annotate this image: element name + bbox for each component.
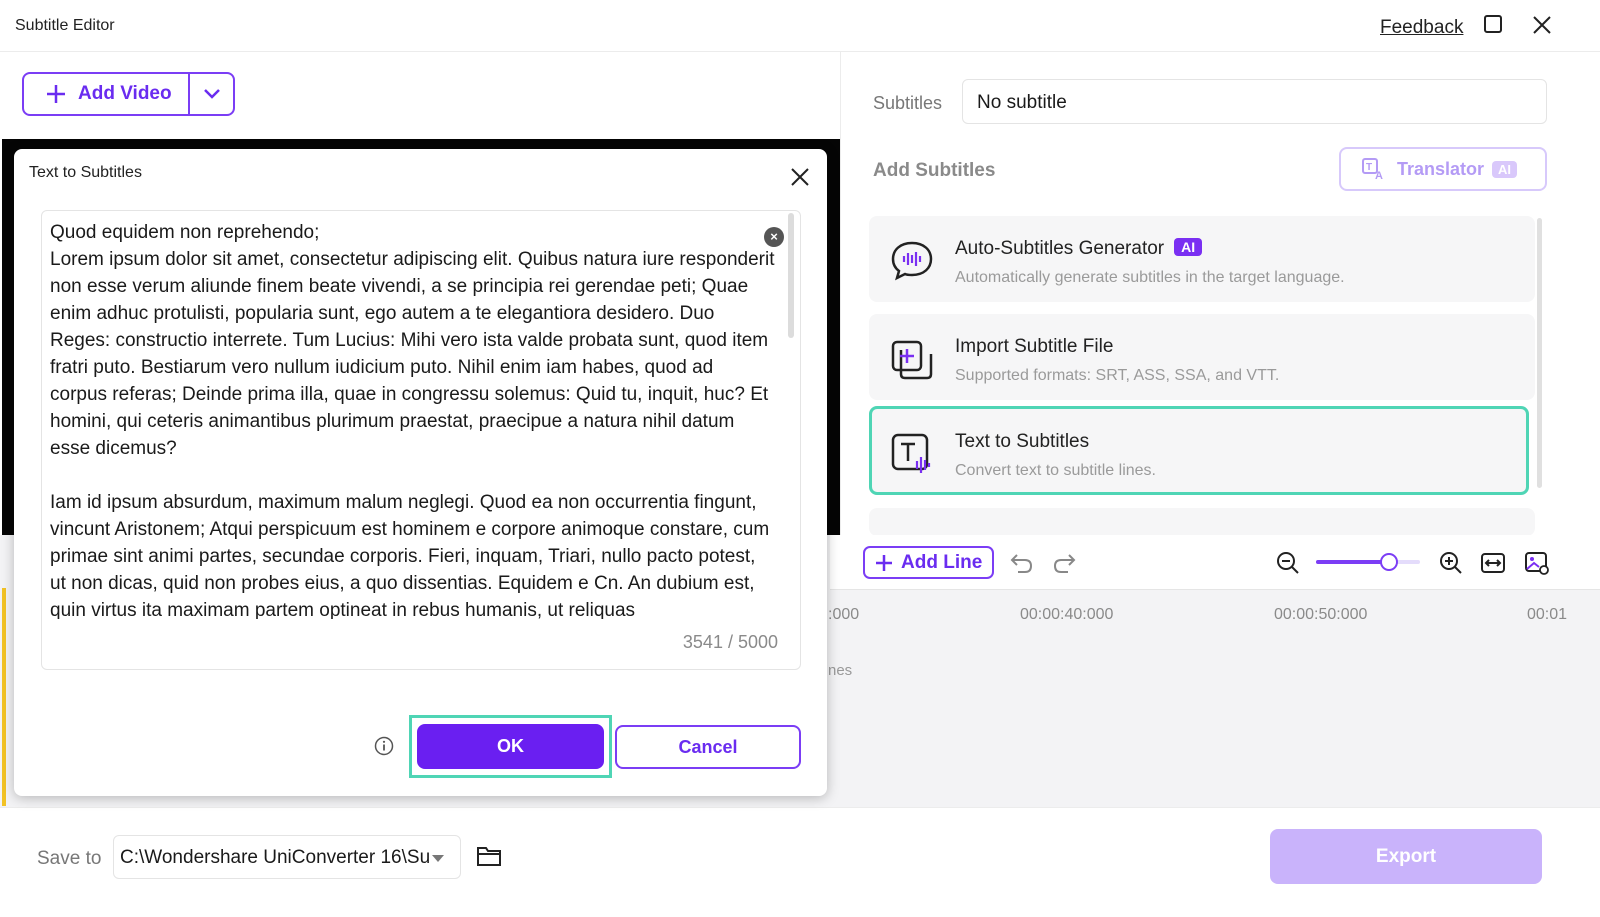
translator-label: Translator xyxy=(1397,158,1485,179)
close-icon[interactable] xyxy=(789,166,811,188)
chevron-down-icon xyxy=(203,89,220,99)
cancel-button[interactable]: Cancel xyxy=(615,725,801,769)
ai-badge: AI xyxy=(1174,238,1203,256)
feedback-link[interactable]: Feedback xyxy=(1380,17,1463,39)
option-auto-subtitles[interactable]: Auto-Subtitles Generator AI Automatically… xyxy=(869,216,1535,302)
maximize-icon[interactable] xyxy=(1483,14,1503,34)
subtitle-text-area[interactable]: Quod equidem non reprehendo; Lorem ipsum… xyxy=(41,210,801,670)
add-video-button-group: Add Video xyxy=(22,72,235,116)
plus-icon xyxy=(47,85,65,103)
speech-bubble-icon xyxy=(891,241,933,281)
add-subtitles-heading: Add Subtitles xyxy=(873,160,996,181)
add-line-label: Add Line xyxy=(901,551,983,573)
export-button[interactable]: Export xyxy=(1270,829,1542,884)
caret-down-icon xyxy=(432,855,444,862)
clear-text-icon[interactable]: × xyxy=(764,227,784,247)
add-line-button[interactable]: Add Line xyxy=(863,546,994,579)
character-counter: 3541 / 5000 xyxy=(682,632,778,652)
zoom-slider[interactable] xyxy=(1316,553,1420,571)
timeline-timestamp: :000 xyxy=(828,606,860,623)
lines-label: nes xyxy=(828,662,853,679)
option-text-to-subtitles-name: Text to Subtitles xyxy=(955,431,1090,452)
translate-icon: TA xyxy=(1362,158,1383,181)
option-text-to-subtitles-desc: Convert text to subtitle lines. xyxy=(955,462,1156,479)
plus-icon xyxy=(876,554,892,571)
playhead-marker[interactable] xyxy=(2,588,6,806)
text-to-subtitles-dialog: Text to Subtitles Quod equidem non repre… xyxy=(14,149,827,796)
subtitle-text-content[interactable]: Quod equidem non reprehendo; Lorem ipsum… xyxy=(50,219,775,619)
option-import-subtitle-name: Import Subtitle File xyxy=(955,336,1114,357)
option-manual-subtitles[interactable] xyxy=(869,508,1535,536)
import-file-icon xyxy=(891,340,933,380)
zoom-slider-knob[interactable] xyxy=(1379,553,1398,571)
zoom-in-icon[interactable] xyxy=(1438,550,1464,576)
save-path-value: C:\Wondershare UniConverter 16\Su xyxy=(120,847,431,868)
option-auto-subtitles-desc: Automatically generate subtitles in the … xyxy=(955,269,1345,286)
window-title: Subtitle Editor xyxy=(15,17,115,34)
zoom-slider-fill xyxy=(1316,560,1389,564)
add-video-button[interactable]: Add Video xyxy=(24,74,191,114)
timeline-timestamp: 00:00:50:000 xyxy=(1274,606,1368,623)
close-window-icon[interactable] xyxy=(1531,14,1553,36)
save-to-label: Save to xyxy=(37,848,102,869)
subtitles-select[interactable]: No subtitle xyxy=(962,79,1547,124)
subtitles-label: Subtitles xyxy=(873,93,943,113)
option-import-subtitle-desc: Supported formats: SRT, ASS, SSA, and VT… xyxy=(955,367,1280,384)
redo-icon[interactable] xyxy=(1051,550,1077,576)
save-path-select[interactable]: C:\Wondershare UniConverter 16\Su xyxy=(113,835,461,879)
option-auto-subtitles-name: Auto-Subtitles Generator AI xyxy=(955,238,1203,260)
svg-text:T: T xyxy=(1366,162,1372,173)
add-video-dropdown[interactable] xyxy=(190,74,233,114)
folder-icon[interactable] xyxy=(476,844,502,868)
option-import-subtitle[interactable]: Import Subtitle File Supported formats: … xyxy=(869,314,1535,400)
svg-text:A: A xyxy=(1375,170,1383,181)
text-scrollbar[interactable] xyxy=(788,213,794,338)
fit-width-icon[interactable] xyxy=(1480,550,1506,576)
undo-icon[interactable] xyxy=(1009,550,1035,576)
dialog-title: Text to Subtitles xyxy=(29,164,142,181)
ok-button[interactable]: OK xyxy=(417,724,604,769)
timeline-timestamp: 00:01 xyxy=(1527,606,1568,623)
text-to-audio-icon xyxy=(891,433,931,473)
add-video-label: Add Video xyxy=(78,83,172,104)
info-icon[interactable] xyxy=(374,736,394,756)
translator-ai-badge: AI xyxy=(1492,160,1518,178)
options-scrollbar[interactable] xyxy=(1537,218,1542,488)
title-bar: Subtitle Editor Feedback xyxy=(0,0,1600,52)
zoom-out-icon[interactable] xyxy=(1275,550,1301,576)
translator-button[interactable]: TA Translator AI xyxy=(1339,147,1547,191)
timeline-timestamp: 00:00:40:000 xyxy=(1020,606,1114,623)
image-settings-icon[interactable] xyxy=(1524,550,1550,576)
option-text-to-subtitles[interactable]: Text to Subtitles Convert text to subtit… xyxy=(869,406,1529,495)
